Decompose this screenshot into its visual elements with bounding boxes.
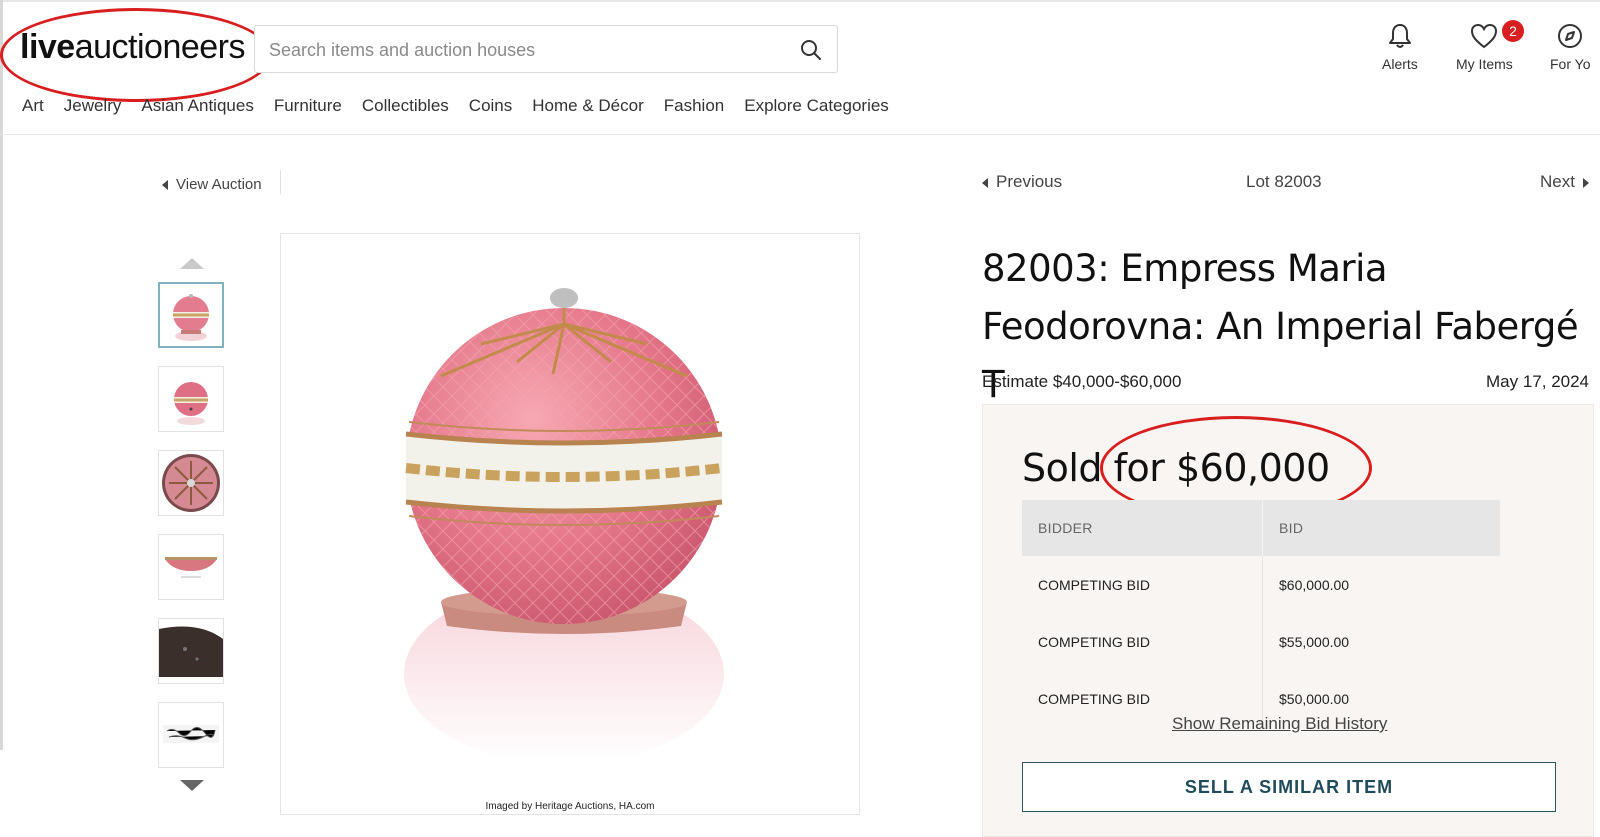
category-nav: Art Jewelry Asian Antiques Furniture Col… <box>22 96 909 116</box>
window-edge <box>0 0 3 750</box>
thumbnail-image <box>159 619 223 683</box>
thumbnail-6[interactable] <box>158 702 224 768</box>
caret-left-icon <box>982 177 988 188</box>
my-items-label: My Items <box>1456 56 1513 72</box>
my-items-count-badge: 2 <box>1502 20 1524 42</box>
next-lot-link[interactable]: Next <box>1540 172 1589 192</box>
view-auction-link[interactable]: View Auction <box>162 176 262 193</box>
alerts-button[interactable]: Alerts <box>1382 22 1418 72</box>
thumbnail-2[interactable] <box>158 366 224 432</box>
search-input[interactable] <box>267 34 771 66</box>
nav-item-art[interactable]: Art <box>22 96 44 116</box>
for-you-button[interactable]: For Yo <box>1550 22 1590 72</box>
thumbnail-scroll-up-icon[interactable] <box>180 258 204 269</box>
nav-item-collectibles[interactable]: Collectibles <box>362 96 449 116</box>
bidder-cell: COMPETING BID <box>1022 613 1263 670</box>
nav-item-jewelry[interactable]: Jewelry <box>64 96 122 116</box>
lot-number: Lot 82003 <box>1246 172 1322 191</box>
bid-history-table: BIDDER BID COMPETING BID $60,000.00 COMP… <box>1022 500 1500 727</box>
logo-annotation-circle <box>0 8 272 102</box>
thumbnail-4[interactable] <box>158 534 224 600</box>
thumbnail-image <box>163 725 219 743</box>
nav-item-asian-antiques[interactable]: Asian Antiques <box>141 96 253 116</box>
nav-item-furniture[interactable]: Furniture <box>274 96 342 116</box>
thumbnail-image <box>165 557 217 578</box>
caret-left-icon <box>162 180 168 191</box>
header-divider <box>0 134 1600 135</box>
table-row: COMPETING BID $55,000.00 <box>1022 613 1500 670</box>
thumbnail-image <box>173 294 209 341</box>
show-remaining-bids-link[interactable]: Show Remaining Bid History <box>1172 714 1387 734</box>
bid-cell: $55,000.00 <box>1279 633 1350 650</box>
my-items-button[interactable]: 2 My Items <box>1456 20 1524 72</box>
thumbnail-scroll-down-icon[interactable] <box>180 780 204 791</box>
faberge-egg-image <box>404 288 724 764</box>
alerts-label: Alerts <box>1382 56 1418 72</box>
breadcrumb-divider <box>280 170 281 194</box>
column-header-bid: BID <box>1262 500 1500 556</box>
thumbnail-3[interactable] <box>158 450 224 516</box>
search-bar[interactable] <box>254 25 838 73</box>
bell-icon <box>1388 24 1411 48</box>
thumbnail-image <box>174 382 208 425</box>
table-row: COMPETING BID $60,000.00 <box>1022 556 1500 613</box>
caret-right-icon <box>1582 177 1589 188</box>
heart-icon <box>1471 23 1498 49</box>
nav-item-explore-categories[interactable]: Explore Categories <box>744 96 889 116</box>
thumbnail-1[interactable] <box>158 282 224 348</box>
previous-lot-link[interactable]: Previous <box>982 172 1062 192</box>
lot-main-image[interactable]: Imaged by Heritage Auctions, HA.com <box>280 233 860 815</box>
nav-item-coins[interactable]: Coins <box>469 96 512 116</box>
column-header-bidder: BIDDER <box>1022 500 1263 556</box>
thumbnail-image <box>162 454 220 512</box>
sell-similar-item-button[interactable]: SELL A SIMILAR ITEM <box>1022 762 1556 812</box>
bidder-cell: COMPETING BID <box>1022 556 1263 613</box>
nav-item-fashion[interactable]: Fashion <box>664 96 724 116</box>
table-header-row: BIDDER BID <box>1022 500 1500 556</box>
lot-date: May 17, 2024 <box>1486 372 1590 391</box>
thumbnail-5[interactable] <box>158 618 224 684</box>
compass-icon <box>1558 24 1583 48</box>
search-icon[interactable] <box>799 38 823 62</box>
bid-cell: $60,000.00 <box>1279 576 1350 593</box>
image-credit: Imaged by Heritage Auctions, HA.com <box>485 801 655 812</box>
nav-item-home-decor[interactable]: Home & Décor <box>532 96 643 116</box>
for-you-label: For Yo <box>1550 56 1591 72</box>
top-border <box>0 0 1600 2</box>
lot-estimate: Estimate $40,000-$60,000 <box>982 372 1182 391</box>
